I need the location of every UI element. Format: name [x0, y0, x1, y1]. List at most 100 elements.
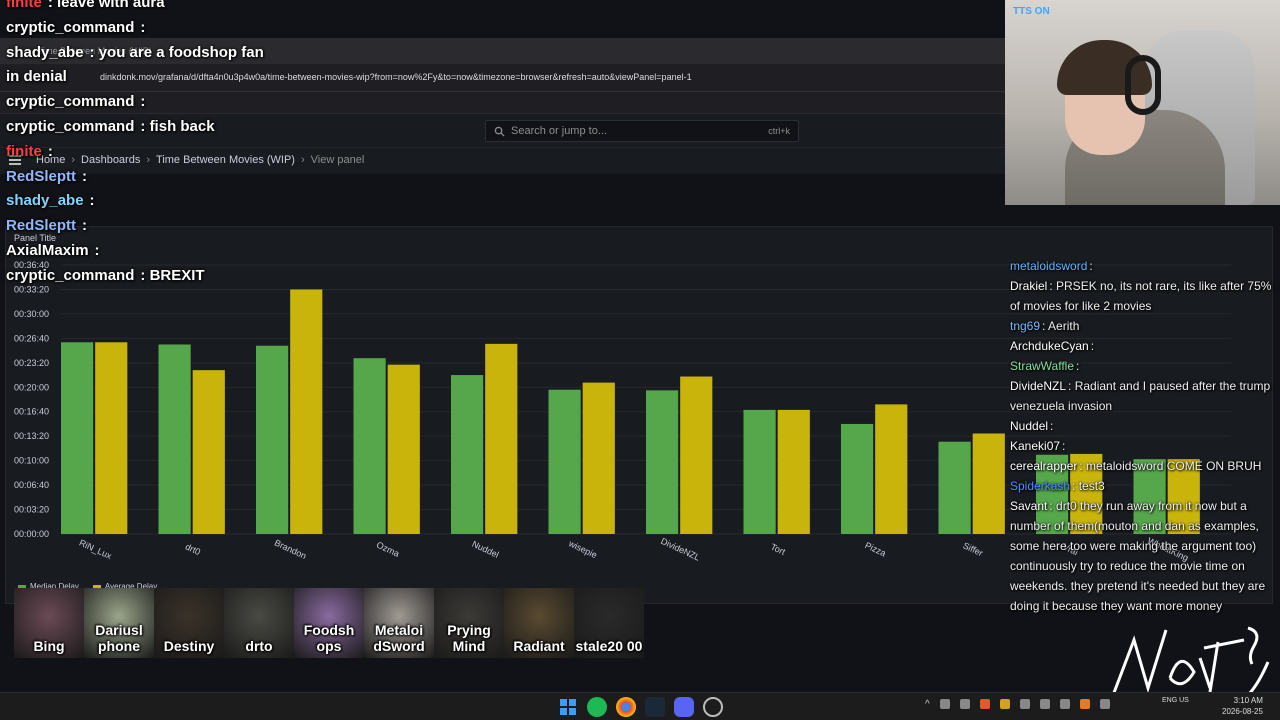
search-input[interactable]: Search or jump to... ctrl+k	[485, 120, 799, 142]
chat-username[interactable]: cryptic_command	[6, 118, 134, 135]
language-indicator[interactable]: ENG US	[1162, 696, 1189, 706]
chat-username[interactable]: tng69	[1010, 319, 1040, 333]
chat-message: shady_abe:	[6, 192, 506, 217]
y-tick-label: 00:30:00	[14, 309, 49, 319]
tray-icon[interactable]	[979, 699, 990, 709]
chevron-up-icon[interactable]: ^	[925, 699, 930, 710]
bar-median[interactable]	[548, 389, 581, 534]
chat-username[interactable]: RedSleptt	[6, 168, 76, 185]
chat-message: StrawWaffle:	[1006, 356, 1274, 376]
chat-username[interactable]: cerealrapper	[1010, 459, 1077, 473]
y-tick-label: 00:26:40	[14, 333, 49, 343]
chat-username[interactable]: cryptic_command	[6, 93, 134, 110]
bar-median[interactable]	[353, 358, 386, 534]
spotify-icon[interactable]	[587, 697, 607, 717]
chat-message: Spiderkash: test3	[1006, 476, 1274, 496]
chat-message: DivideNZL: Radiant and I paused after th…	[1006, 376, 1274, 416]
bar-average[interactable]	[290, 289, 323, 534]
avatar[interactable]: drto	[224, 588, 294, 658]
steam-icon[interactable]	[645, 697, 665, 717]
bar-average[interactable]	[777, 409, 810, 534]
tray-icon[interactable]	[1099, 699, 1110, 709]
bar-median[interactable]	[158, 344, 191, 534]
chat-separator: :	[94, 241, 100, 259]
bar-median[interactable]	[451, 375, 484, 534]
chat-username[interactable]: in denial	[6, 68, 67, 85]
chat-username[interactable]: Kaneki07	[1010, 439, 1060, 453]
discord-icon[interactable]	[674, 697, 694, 717]
chat-separator: :	[89, 192, 95, 210]
chrome-icon[interactable]	[616, 697, 636, 717]
bar-average[interactable]	[95, 342, 128, 534]
avatar[interactable]: Dariusl phone	[84, 588, 154, 658]
avatar[interactable]: Foodsh ops	[294, 588, 364, 658]
tray-icon[interactable]	[1079, 699, 1090, 709]
settings-icon[interactable]	[703, 697, 723, 717]
bar-average[interactable]	[680, 376, 713, 534]
bar-median[interactable]	[646, 390, 679, 534]
avatar-name: Bing	[33, 638, 65, 654]
chat-username[interactable]: DivideNZL	[1010, 379, 1066, 393]
y-tick-label: 00:00:00	[14, 529, 49, 539]
chat-message: cryptic_command:	[6, 19, 506, 44]
bar-median[interactable]	[938, 441, 971, 534]
chat-message: cryptic_command:	[6, 93, 506, 118]
bar-median[interactable]	[61, 342, 94, 534]
chat-text: metaloidsword COME ON BRUH	[1086, 459, 1262, 473]
bar-average[interactable]	[972, 433, 1005, 534]
tray-icon[interactable]	[1019, 699, 1030, 709]
chat-message: in denial	[6, 68, 506, 93]
avatar[interactable]: Metaloi dSword	[364, 588, 434, 658]
bar-average[interactable]	[485, 343, 518, 534]
chat-username[interactable]: AxialMaxim	[6, 242, 89, 259]
tray-icon[interactable]	[1059, 699, 1070, 709]
clock[interactable]: 3:10 AM 2026-08-25	[1222, 695, 1263, 717]
chat-separator: :	[1090, 339, 1095, 353]
chat-username[interactable]: cryptic_command	[6, 267, 134, 284]
chat-username[interactable]: StrawWaffle	[1010, 359, 1074, 373]
clock-time: 3:10 AM	[1233, 696, 1263, 705]
headphones	[1125, 55, 1161, 115]
chat-username[interactable]: shady_abe	[6, 192, 84, 209]
bar-median[interactable]	[841, 423, 874, 534]
chat-username[interactable]: metaloidsword	[1010, 259, 1087, 273]
chat-username[interactable]: Spiderkash	[1010, 479, 1070, 493]
chat-message: Drakiel: PRSEK no, its not rare, its lik…	[1006, 276, 1274, 316]
chat-username[interactable]: ArchdukeCyan	[1010, 339, 1089, 353]
chat-message: finite: leave with aura	[6, 0, 506, 19]
chat-message: RedSleptt:	[6, 168, 506, 193]
avatar-strip: Bing Dariusl phone Destiny drto Foodsh ops Me…	[14, 588, 644, 658]
chat-username[interactable]: Savant	[1010, 499, 1047, 513]
chat-username[interactable]: Drakiel	[1010, 279, 1047, 293]
chat-username[interactable]: RedSleptt	[6, 217, 76, 234]
chat-overlay: finite: leave with aura cryptic_command: …	[6, 0, 506, 292]
windows-start-icon[interactable]	[558, 697, 578, 717]
avatar[interactable]: Destiny	[154, 588, 224, 658]
tray-icon[interactable]	[959, 699, 970, 709]
avatar[interactable]: Prying Mind	[434, 588, 504, 658]
avatar[interactable]: Radiant	[504, 588, 574, 658]
bar-median[interactable]	[743, 409, 776, 534]
bar-average[interactable]	[387, 364, 420, 534]
bar-average[interactable]	[192, 370, 225, 534]
tray-icon[interactable]	[1039, 699, 1050, 709]
tray-icon[interactable]	[939, 699, 950, 709]
chat-message: cerealrapper: metaloidsword COME ON BRUH	[1006, 456, 1274, 476]
bar-median[interactable]	[256, 345, 289, 534]
chat-username[interactable]: cryptic_command	[6, 19, 134, 36]
chat-separator: :	[1068, 379, 1075, 393]
bar-average[interactable]	[582, 382, 615, 534]
avatar-name: Foodsh ops	[303, 622, 355, 654]
chat-text: fish back	[149, 117, 215, 135]
avatar[interactable]: stale20 00	[574, 588, 644, 658]
chat-username[interactable]: finite	[6, 143, 42, 160]
chat-username[interactable]: shady_abe	[6, 44, 84, 61]
chat-text: drt0 they run away from it now but a num…	[1010, 499, 1266, 613]
avatar[interactable]: Bing	[14, 588, 84, 658]
x-tick-label: DivideNZL	[659, 536, 701, 563]
chat-username[interactable]: finite	[6, 0, 42, 11]
chat-username[interactable]: Nuddel	[1010, 419, 1048, 433]
tray-icon[interactable]	[999, 699, 1010, 709]
avatar-name: Destiny	[163, 638, 215, 654]
bar-average[interactable]	[875, 404, 908, 534]
